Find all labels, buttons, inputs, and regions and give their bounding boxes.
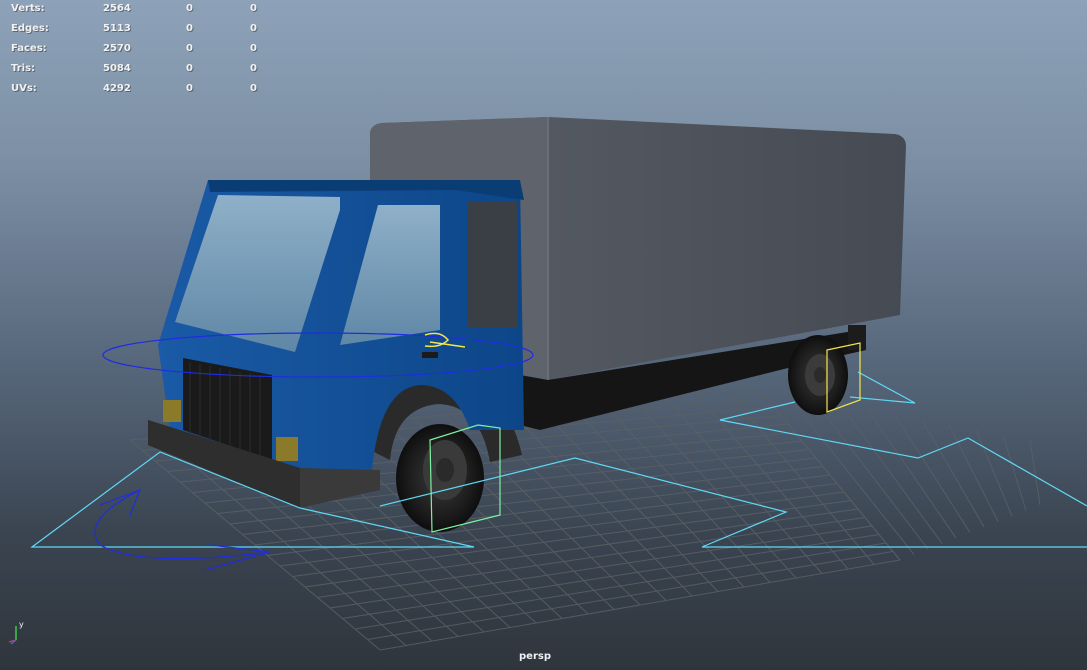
grid-line [786,394,915,555]
grid-line [894,414,971,533]
grid-line [975,429,1013,517]
grid-line [1029,439,1041,506]
y-axis-label: y [19,620,24,629]
grid-line [921,419,985,528]
axis-gizmo: y [8,620,24,645]
camera-name-label: persp [519,651,551,662]
grid-line [379,559,901,651]
scene-render[interactable] [0,0,1087,670]
grid-line [867,409,957,539]
grid-line [728,392,875,565]
maya-perspective-viewport[interactable]: Verts: 2564 0 0 Edges: 5113 0 0 Faces: 2… [0,0,1087,670]
grid-line [840,404,943,544]
grid-line [948,424,999,522]
grid-line [696,394,849,570]
grid-line [1002,434,1027,511]
grid-line [759,389,901,561]
